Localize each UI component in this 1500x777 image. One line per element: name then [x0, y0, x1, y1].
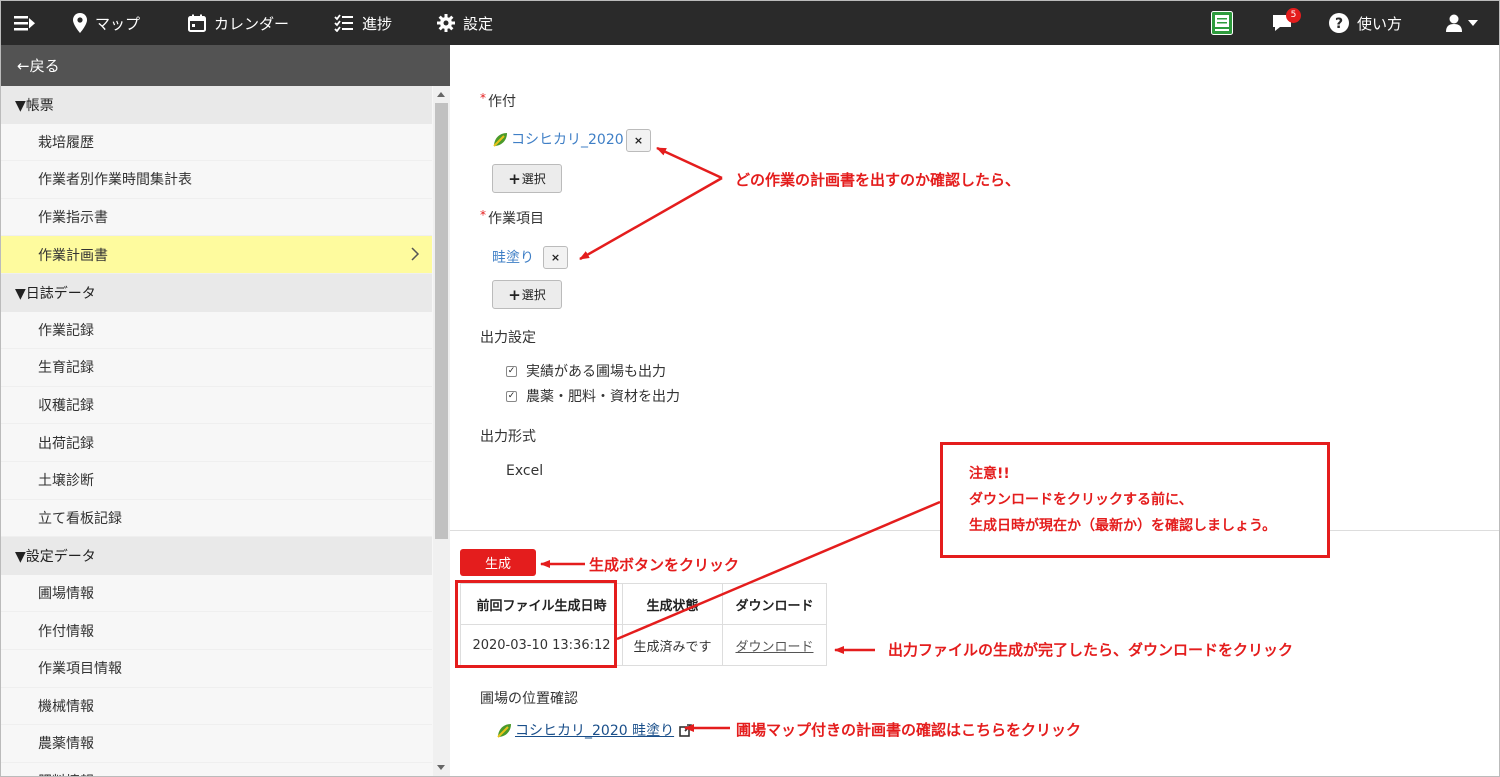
arrow-to-crop — [656, 146, 723, 180]
nav-map[interactable]: マップ — [73, 1, 140, 45]
sidebar: ←戻る ▼帳票 栽培履歴 作業者別作業時間集計表 作業指示書 作業計画書 ▼日誌… — [1, 45, 450, 776]
nav-progress[interactable]: 進捗 — [334, 1, 392, 45]
annotation-download-hint: 出力ファイルの生成が完了したら、ダウンロードをクリック — [888, 641, 1294, 659]
user-menu-button[interactable] — [1445, 1, 1478, 45]
back-button[interactable]: ←戻る — [1, 45, 450, 86]
sidebar-section-diary-data[interactable]: ▼日誌データ — [1, 273, 432, 312]
gear-icon — [437, 14, 455, 32]
sidebar-item-cultivation-history[interactable]: 栽培履歴 — [1, 124, 432, 162]
annotation-map-hint: 圃場マップ付きの計画書の確認はこちらをクリック — [736, 721, 1082, 739]
sidebar-item-machine-info[interactable]: 機械情報 — [1, 688, 432, 726]
sidebar-item-task-info[interactable]: 作業項目情報 — [1, 650, 432, 688]
help-icon: ? — [1329, 13, 1349, 33]
user-icon — [1446, 14, 1462, 32]
sidebar-scrollbar-thumb[interactable] — [435, 103, 448, 539]
sidebar-item-harvest-records[interactable]: 収穫記録 — [1, 387, 432, 425]
sidebar-item-pesticide-info[interactable]: 農薬情報 — [1, 725, 432, 763]
checklist-icon — [334, 14, 353, 32]
nav-map-label: マップ — [95, 14, 141, 33]
caret-down-icon — [1468, 20, 1478, 26]
map-pin-icon — [73, 13, 87, 33]
notification-count-badge: 5 — [1286, 8, 1301, 23]
sidebar-menu: ▼帳票 栽培履歴 作業者別作業時間集計表 作業指示書 作業計画書 ▼日誌データ … — [1, 86, 432, 776]
sidebar-item-field-info[interactable]: 圃場情報 — [1, 575, 432, 613]
help-label: 使い方 — [1357, 14, 1403, 33]
svg-text:?: ? — [1335, 16, 1343, 32]
arrow-to-task — [579, 176, 723, 261]
sidebar-item-signboard-records[interactable]: 立て看板記録 — [1, 500, 432, 538]
calendar-icon — [188, 14, 206, 32]
report-book-icon — [1211, 11, 1233, 35]
sidebar-item-fertilizer-info[interactable]: 肥料情報 — [1, 763, 432, 776]
annotation-which-work: どの作業の計画書を出すのか確認したら、 — [735, 171, 1021, 189]
report-app-button[interactable] — [1211, 1, 1233, 45]
scroll-down-arrow-icon[interactable] — [437, 765, 445, 770]
menu-toggle-button[interactable] — [14, 1, 36, 45]
nav-calendar-label: カレンダー — [214, 14, 290, 33]
sidebar-item-work-instructions[interactable]: 作業指示書 — [1, 199, 432, 237]
sidebar-item-crop-info[interactable]: 作付情報 — [1, 612, 432, 650]
sidebar-item-work-records[interactable]: 作業記録 — [1, 312, 432, 350]
nav-progress-label: 進捗 — [362, 14, 393, 33]
sidebar-item-work-plan-label: 作業計画書 — [38, 247, 108, 264]
menu-toggle-icon — [14, 16, 35, 31]
sidebar-section-reports[interactable]: ▼帳票 — [1, 86, 432, 124]
annotation-arrows — [540, 146, 941, 732]
sidebar-item-work-plan[interactable]: 作業計画書 — [1, 236, 432, 274]
sidebar-item-worker-hours-summary[interactable]: 作業者別作業時間集計表 — [1, 161, 432, 199]
nav-settings-label: 設定 — [463, 14, 494, 33]
help-button[interactable]: ? 使い方 — [1329, 1, 1402, 45]
chevron-right-icon — [411, 247, 420, 261]
sidebar-item-growth-records[interactable]: 生育記録 — [1, 349, 432, 387]
main-content: * 作付 コシヒカリ_2020 × + 選択 * 作業項目 畦塗り × + 選択 出力設… — [450, 45, 1499, 776]
nav-calendar[interactable]: カレンダー — [188, 1, 289, 45]
sidebar-item-soil-diagnosis[interactable]: 土壌診断 — [1, 462, 432, 500]
annotation-generate-hint: 生成ボタンをクリック — [589, 556, 740, 574]
sidebar-section-settings-data[interactable]: ▼設定データ — [1, 537, 432, 575]
scroll-up-arrow-icon[interactable] — [437, 92, 445, 97]
nav-settings[interactable]: 設定 — [437, 1, 493, 45]
top-navbar: マップ カレンダー 進捗 設定 5 ? 使い方 — [1, 1, 1499, 45]
sidebar-item-shipping-records[interactable]: 出荷記録 — [1, 424, 432, 462]
